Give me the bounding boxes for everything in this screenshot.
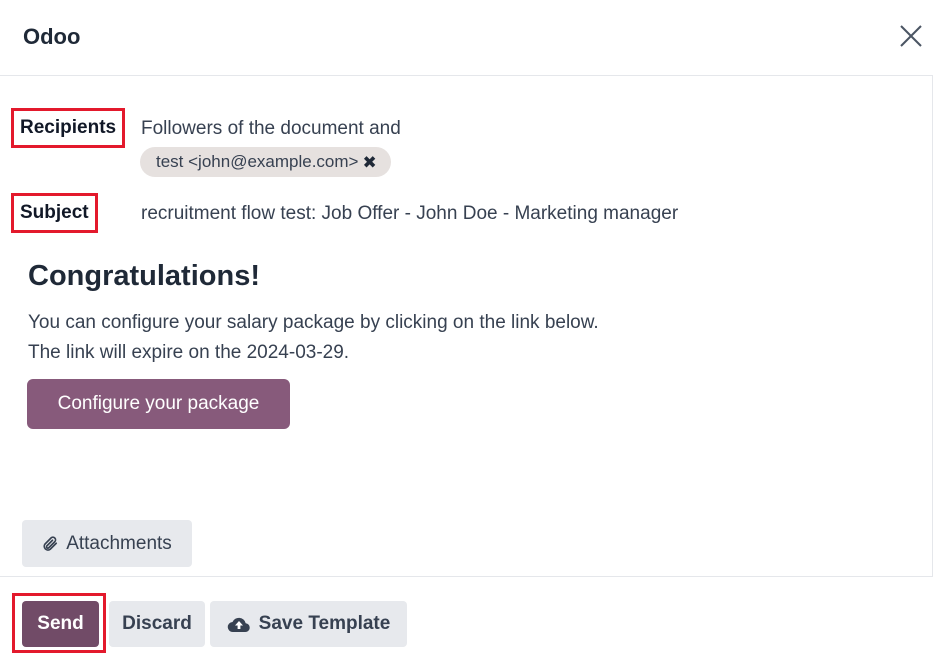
dialog-title: Odoo (23, 24, 81, 49)
discard-button[interactable]: Discard (109, 601, 205, 647)
body-heading: Congratulations! (28, 260, 260, 292)
subject-label: Subject (11, 193, 98, 233)
subject-field[interactable]: recruitment flow test: Job Offer - John … (141, 203, 678, 225)
attachments-label: Attachments (66, 532, 172, 554)
mail-compose-dialog: Odoo Recipients Followers of the documen… (0, 0, 933, 665)
dialog-footer: Send Discard Save Template (0, 576, 933, 665)
cloud-upload-icon (227, 615, 251, 633)
dialog-body: Recipients Followers of the document and… (0, 76, 933, 576)
body-line-2: The link will expire on the 2024-03-29. (28, 342, 350, 363)
dialog-header: Odoo (0, 0, 933, 76)
attachments-button[interactable]: Attachments (22, 520, 192, 567)
recipients-label: Recipients (11, 108, 126, 148)
paperclip-icon (42, 535, 60, 553)
save-template-button[interactable]: Save Template (210, 601, 407, 647)
recipients-prefix: Followers of the document and (141, 118, 401, 139)
save-template-label: Save Template (258, 613, 391, 634)
close-icon[interactable] (899, 24, 923, 48)
recipient-tag: test <john@example.com> ✖ (140, 147, 391, 177)
body-line-1: You can configure your salary package by… (28, 312, 599, 333)
x-icon[interactable]: ✖ (362, 154, 376, 171)
send-button[interactable]: Send (22, 601, 99, 647)
recipient-tag-label: test <john@example.com> (156, 152, 359, 171)
configure-package-button[interactable]: Configure your package (27, 379, 290, 429)
